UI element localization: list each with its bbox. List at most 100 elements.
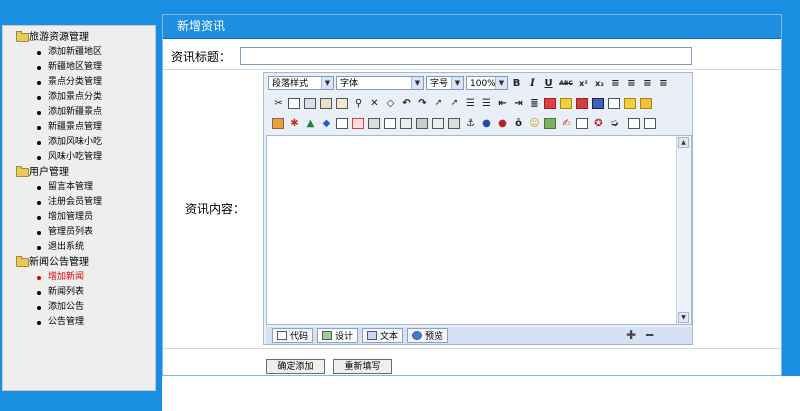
stamp-icon[interactable]: ✪ (592, 117, 605, 130)
align-right-icon[interactable]: ≡ (641, 77, 654, 90)
absolute-pointer-icon[interactable]: ➚ (448, 97, 461, 110)
emoticon-icon[interactable]: ☺ (528, 117, 541, 130)
sidebar-item-scenic-manage[interactable]: 新疆景点管理 (3, 120, 155, 135)
sidebar-item-news-list[interactable]: 新闻列表 (3, 285, 155, 300)
mode-label: 预览 (425, 332, 444, 342)
sidebar-item-add-snack[interactable]: 添加风味小吃 (3, 135, 155, 150)
redo-icon[interactable]: ↷ (416, 97, 429, 110)
media-icon[interactable]: ▲ (304, 117, 317, 130)
frame-icon[interactable] (608, 97, 620, 109)
flash-icon[interactable]: ✱ (288, 117, 301, 130)
sidebar-item-label: 景点分类管理 (48, 77, 103, 87)
undo-icon[interactable]: ↶ (400, 97, 413, 110)
outdent-icon[interactable]: ⇤ (496, 97, 509, 110)
sidebar-item-add-admin[interactable]: 增加管理员 (3, 210, 155, 225)
sidebar-item-members[interactable]: 注册会员管理 (3, 195, 155, 210)
zoom-out-icon[interactable]: ━ (646, 328, 653, 342)
paste-word-icon[interactable] (336, 97, 348, 109)
underline-button[interactable]: U (542, 77, 555, 90)
sidebar-section-tourism[interactable]: 旅游资源管理 (3, 30, 155, 45)
title-input[interactable] (240, 47, 692, 65)
copy-icon[interactable] (288, 97, 300, 109)
zoom-in-icon[interactable]: ✚ (626, 328, 636, 342)
font-select[interactable]: 字体 ▼ (336, 76, 424, 90)
superscript-button[interactable]: x² (577, 77, 590, 90)
sidebar-item-notice-manage[interactable]: 公告管理 (3, 315, 155, 330)
align-center-icon[interactable]: ≡ (625, 77, 638, 90)
paste-icon[interactable] (304, 97, 316, 109)
link-icon[interactable]: ● (480, 117, 493, 130)
unlink-icon[interactable]: ● (496, 117, 509, 130)
bold-button[interactable]: B (510, 77, 523, 90)
font-size-select[interactable]: 字号 ▼ (426, 76, 464, 90)
main-panel: 新增资讯 资讯标题： 资讯内容： 段落样式 ▼ 字体 ▼ 字号 ▼ 100% ▼ B I… (162, 14, 782, 376)
spell-check-icon[interactable]: ✍ (560, 117, 573, 130)
attachment-icon[interactable]: ◆ (320, 117, 333, 130)
eraser-icon[interactable]: ◇ (384, 97, 397, 110)
sidebar-item-add-notice[interactable]: 添加公告 (3, 300, 155, 315)
line-height-icon[interactable]: ≣ (528, 97, 541, 110)
text-color-icon[interactable] (576, 97, 588, 109)
scroll-up-icon[interactable]: ▲ (678, 137, 689, 148)
note-icon[interactable] (640, 97, 652, 109)
select-pointer-icon[interactable]: ➚ (432, 97, 445, 110)
background-color-icon[interactable] (592, 97, 604, 109)
sidebar-item-add-region[interactable]: 添加新疆地区 (3, 45, 155, 60)
mode-text-tab[interactable]: 文本 (362, 328, 404, 343)
sidebar-item-label: 退出系统 (48, 242, 85, 252)
template-icon[interactable] (544, 117, 556, 129)
sidebar-item-add-category[interactable]: 添加景点分类 (3, 90, 155, 105)
mode-code-tab[interactable]: 代码 (272, 328, 314, 343)
page-break-icon[interactable] (400, 117, 412, 129)
subscript-button[interactable]: x₂ (593, 77, 606, 90)
about-icon[interactable] (644, 117, 656, 129)
comment-icon[interactable] (624, 97, 636, 109)
submit-button[interactable]: 确定添加 (266, 359, 325, 374)
sidebar-item-region-manage[interactable]: 新疆地区管理 (3, 60, 155, 75)
sidebar-item-add-scenic[interactable]: 添加新疆景点 (3, 105, 155, 120)
cut-icon[interactable]: ✂ (272, 97, 285, 110)
editor-scrollbar[interactable]: ▲ ▼ (676, 136, 691, 324)
code-block-icon[interactable] (576, 117, 588, 129)
horizontal-rule-icon[interactable] (416, 117, 428, 129)
delete-icon[interactable]: ✕ (368, 97, 381, 110)
scroll-down-icon[interactable]: ▼ (678, 312, 689, 323)
font-color-icon[interactable] (544, 97, 556, 109)
paragraph-style-select[interactable]: 段落样式 ▼ (268, 76, 334, 90)
zoom-select[interactable]: 100% ▼ (466, 76, 508, 90)
table-icon[interactable] (448, 117, 460, 129)
sidebar-section-news[interactable]: 新闻公告管理 (3, 255, 155, 270)
fieldset-icon[interactable] (368, 117, 380, 129)
sidebar-item-snack-manage[interactable]: 风味小吃管理 (3, 150, 155, 165)
bullet-icon (37, 231, 41, 235)
iframe-icon[interactable] (384, 117, 396, 129)
sidebar-item-logout[interactable]: 退出系统 (3, 240, 155, 255)
italic-button[interactable]: I (526, 77, 539, 90)
indent-icon[interactable]: ⇥ (512, 97, 525, 110)
mode-design-tab[interactable]: 设计 (317, 328, 359, 343)
symbol-icon[interactable]: ō (512, 117, 525, 130)
marquee-icon[interactable] (352, 117, 364, 129)
image-icon[interactable] (272, 117, 284, 129)
fullscreen-icon[interactable] (628, 117, 640, 129)
sidebar-section-users[interactable]: 用户管理 (3, 165, 155, 180)
input-field-icon[interactable] (432, 117, 444, 129)
textbox-icon[interactable] (336, 117, 348, 129)
sidebar-item-guestbook[interactable]: 留言本管理 (3, 180, 155, 195)
align-justify-icon[interactable]: ≡ (657, 77, 670, 90)
mode-preview-tab[interactable]: 预览 (407, 328, 449, 343)
align-left-icon[interactable]: ≡ (609, 77, 622, 90)
anchor-icon[interactable]: ⚓ (464, 117, 477, 130)
bullet-list-icon[interactable]: ☰ (480, 97, 493, 110)
find-icon[interactable]: ⚲ (352, 97, 365, 110)
numbered-list-icon[interactable]: ☰ (464, 97, 477, 110)
reset-button[interactable]: 重新填写 (333, 359, 392, 374)
export-icon[interactable]: ➭ (608, 117, 621, 130)
sidebar-item-category-manage[interactable]: 景点分类管理 (3, 75, 155, 90)
highlight-color-icon[interactable] (560, 97, 572, 109)
strikethrough-button[interactable]: ABC (558, 77, 574, 90)
paste-text-icon[interactable] (320, 97, 332, 109)
editor-content-area[interactable]: ▲ ▼ (266, 135, 692, 325)
sidebar-item-add-news[interactable]: 增加新闻 (3, 270, 155, 285)
sidebar-item-admin-list[interactable]: 管理员列表 (3, 225, 155, 240)
